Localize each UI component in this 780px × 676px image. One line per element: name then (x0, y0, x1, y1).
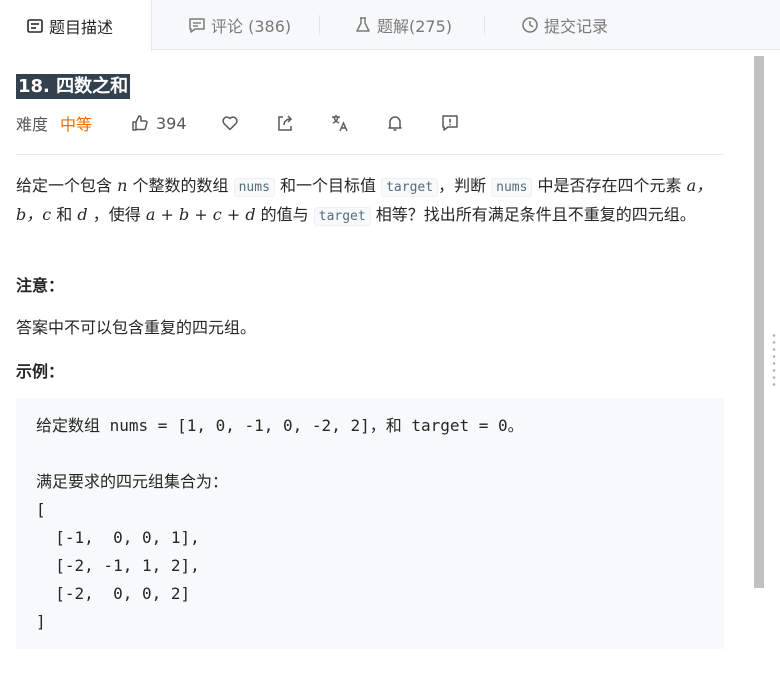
clock-icon (521, 16, 539, 34)
translate-button[interactable] (330, 113, 350, 133)
note-heading: 注意： (16, 276, 65, 295)
var-c: c (42, 205, 52, 224)
difficulty-value: 中等 (60, 115, 93, 134)
translate-icon (332, 115, 348, 132)
var-d: d (77, 205, 88, 224)
text: 的值与 (255, 205, 314, 224)
share-icon (278, 115, 293, 131)
tab-description-label: 题目描述 (49, 17, 114, 37)
text: ，使得 (87, 205, 146, 224)
text: 中是否存在四个元素 (532, 176, 687, 195)
text: 相等？找出所有满足条件且不重复的四元组。 (370, 205, 696, 224)
note-text: 答案中不可以包含重复的四元组。 (16, 318, 257, 337)
text: 给定一个包含 (16, 176, 118, 195)
problem-description: 给定一个包含 n 个整数的数组 nums 和一个目标值 target ，判断 nu… (16, 172, 728, 230)
expression: a + b + c + d (145, 205, 256, 224)
problem-meta: 难度 中等 394 (16, 110, 458, 136)
heart-icon (222, 116, 238, 131)
tab-comments-label: 评论 (386) (211, 17, 292, 36)
like-count: 394 (156, 113, 187, 133)
var-b: b， (16, 205, 43, 224)
tab-description[interactable]: 题目描述 (0, 0, 152, 51)
text: ，判断 (438, 176, 492, 195)
example-heading: 示例： (16, 362, 65, 381)
text: 和 (51, 205, 78, 224)
bell-icon (388, 116, 402, 131)
inline-code: target (313, 207, 371, 226)
tab-solutions[interactable]: 题解(275) (354, 0, 452, 50)
example-code-block: 给定数组 nums = [1, 0, -1, 0, -2, 2]，和 targe… (16, 398, 724, 649)
tab-bar: 题目描述 评论 (386) 题解(275) 提交记录 (0, 0, 780, 51)
tab-divider (319, 15, 320, 35)
var-n: n (117, 176, 128, 195)
var-a: a， (686, 176, 713, 195)
feedback-icon (442, 115, 458, 131)
notification-button[interactable] (385, 113, 405, 133)
tab-submissions[interactable]: 提交记录 (521, 0, 608, 50)
thumbs-up-icon (132, 115, 148, 131)
divider (16, 154, 724, 155)
text: 和一个目标值 (274, 176, 382, 195)
tab-comments[interactable]: 评论 (386) (188, 0, 291, 50)
difficulty-label: 难度 (16, 115, 49, 134)
inline-code: nums (491, 178, 533, 197)
scrollbar-thumb[interactable] (754, 56, 764, 588)
favorite-button[interactable] (220, 113, 240, 133)
description-icon (26, 17, 44, 35)
text: 个整数的数组 (127, 176, 234, 195)
share-button[interactable] (275, 113, 295, 133)
feedback-button[interactable] (440, 113, 460, 133)
tab-solutions-label: 题解(275) (377, 17, 453, 36)
comment-icon (188, 16, 206, 34)
like-button[interactable]: 394 (130, 113, 187, 133)
inline-code: nums (233, 178, 275, 197)
tab-submissions-label: 提交记录 (544, 17, 609, 36)
resize-handle[interactable] (772, 332, 776, 390)
tab-divider (484, 15, 485, 35)
flask-icon (354, 16, 372, 34)
problem-title: 18. 四数之和 (16, 74, 131, 99)
inline-code: target (381, 178, 439, 197)
